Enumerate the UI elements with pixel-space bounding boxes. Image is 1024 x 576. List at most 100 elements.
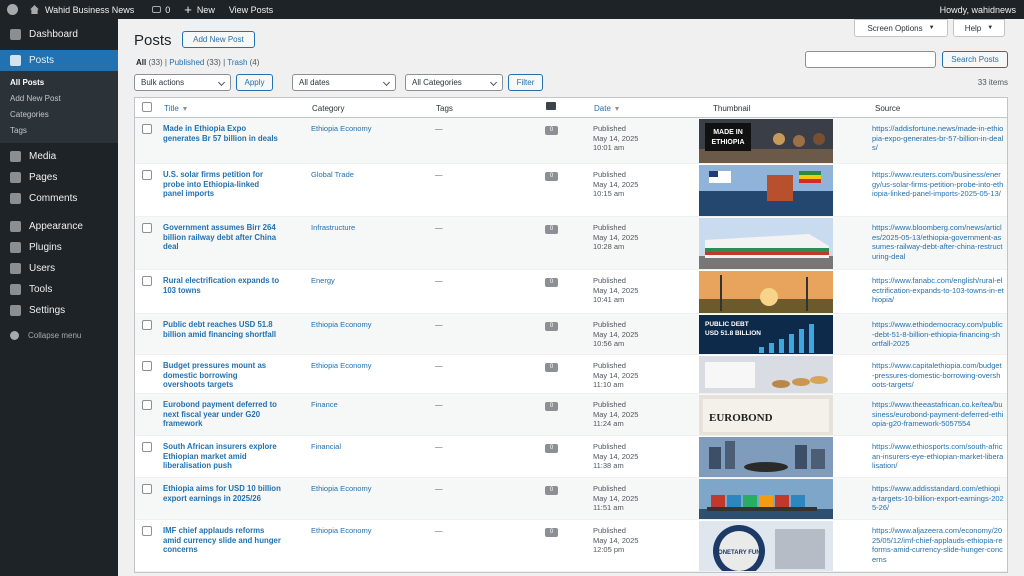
dashboard-icon bbox=[10, 29, 21, 40]
add-new-post-button[interactable]: Add New Post bbox=[182, 31, 255, 48]
view-all[interactable]: All (33) bbox=[136, 58, 163, 67]
comment-count-bubble[interactable]: 0 bbox=[545, 486, 558, 495]
row-checkbox[interactable] bbox=[142, 170, 152, 180]
row-checkbox[interactable] bbox=[142, 223, 152, 233]
post-title-link[interactable]: IMF chief applauds reforms amid currency… bbox=[163, 526, 281, 555]
post-source-link[interactable]: https://addisfortune.news/made-in-ethiop… bbox=[872, 124, 1004, 153]
row-checkbox[interactable] bbox=[142, 320, 152, 330]
post-category-link[interactable]: Ethiopia Economy bbox=[311, 484, 421, 494]
sort-icon bbox=[182, 107, 187, 111]
post-source-link[interactable]: https://www.ethiosports.com/south-africa… bbox=[872, 442, 1004, 471]
comment-count-bubble[interactable]: 0 bbox=[545, 225, 558, 234]
post-category-link[interactable]: Ethiopia Economy bbox=[311, 124, 421, 134]
menu-plugins[interactable]: Plugins bbox=[0, 237, 118, 258]
post-title-link[interactable]: Made in Ethiopia Expo generates Br 57 bi… bbox=[163, 124, 281, 143]
menu-pages[interactable]: Pages bbox=[0, 167, 118, 188]
view-posts-link[interactable]: View Posts bbox=[222, 0, 280, 19]
post-title-link[interactable]: Rural electrification expands to 103 tow… bbox=[163, 276, 281, 295]
wrench-icon bbox=[10, 284, 21, 295]
comment-count-bubble[interactable]: 0 bbox=[545, 528, 558, 537]
dates-select[interactable]: All dates bbox=[292, 74, 396, 91]
post-title-link[interactable]: South African insurers explore Ethiopian… bbox=[163, 442, 281, 471]
row-checkbox[interactable] bbox=[142, 526, 152, 536]
submenu-add-new-post[interactable]: Add New Post bbox=[0, 91, 118, 107]
post-title-link[interactable]: Eurobond payment deferred to next fiscal… bbox=[163, 400, 281, 429]
post-title-link[interactable]: Budget pressures mount as domestic borro… bbox=[163, 361, 281, 390]
menu-media[interactable]: Media bbox=[0, 146, 118, 167]
menu-posts[interactable]: Posts bbox=[0, 50, 118, 71]
post-source-link[interactable]: https://www.fanabc.com/english/rural-ele… bbox=[872, 276, 1004, 305]
comments-link[interactable]: 0 bbox=[145, 0, 177, 19]
menu-tools[interactable]: Tools bbox=[0, 279, 118, 300]
comment-count-bubble[interactable]: 0 bbox=[545, 444, 558, 453]
comment-count-bubble[interactable]: 0 bbox=[545, 126, 558, 135]
comment-count-bubble[interactable]: 0 bbox=[545, 278, 558, 287]
post-category-link[interactable]: Energy bbox=[311, 276, 421, 286]
post-tags: — bbox=[435, 442, 443, 451]
comments-column-icon[interactable] bbox=[546, 102, 556, 110]
post-source-link[interactable]: https://www.capitalethiopia.com/budget-p… bbox=[872, 361, 1004, 390]
post-title-link[interactable]: Government assumes Birr 264 billion rail… bbox=[163, 223, 281, 252]
menu-comments[interactable]: Comments bbox=[0, 188, 118, 209]
post-category-link[interactable]: Ethiopia Economy bbox=[311, 526, 421, 536]
table-header: Title Category Tags Date Thumbnail Sourc… bbox=[135, 98, 1007, 118]
row-checkbox[interactable] bbox=[142, 442, 152, 452]
post-source-link[interactable]: https://www.addisstandard.com/ethiopia-t… bbox=[872, 484, 1004, 513]
column-title-sort[interactable]: Title bbox=[164, 104, 187, 113]
post-category-link[interactable]: Infrastructure bbox=[311, 223, 421, 233]
my-account-link[interactable]: Howdy, wahidnews bbox=[933, 0, 1024, 19]
categories-select[interactable]: All Categories bbox=[405, 74, 503, 91]
submenu-all-posts[interactable]: All Posts bbox=[0, 75, 118, 91]
help-button[interactable]: Help ▼ bbox=[953, 19, 1005, 37]
post-tags: — bbox=[435, 484, 443, 493]
screen-options-button[interactable]: Screen Options ▼ bbox=[854, 19, 948, 37]
post-category-link[interactable]: Ethiopia Economy bbox=[311, 320, 421, 330]
post-category-link[interactable]: Global Trade bbox=[311, 170, 421, 180]
menu-settings[interactable]: Settings bbox=[0, 300, 118, 321]
submenu-tags[interactable]: Tags bbox=[0, 123, 118, 139]
post-source-link[interactable]: https://www.aljazeera.com/economy/2025/0… bbox=[872, 526, 1004, 564]
table-row: Government assumes Birr 264 billion rail… bbox=[135, 217, 1007, 270]
select-all-checkbox[interactable] bbox=[142, 102, 152, 112]
post-title-link[interactable]: Ethiopia aims for USD 10 billion export … bbox=[163, 484, 281, 503]
row-checkbox[interactable] bbox=[142, 124, 152, 134]
collapse-menu-button[interactable]: Collapse menu bbox=[0, 325, 118, 345]
search-input[interactable] bbox=[805, 51, 936, 68]
post-title-link[interactable]: U.S. solar firms petition for probe into… bbox=[163, 170, 281, 199]
comment-count-bubble[interactable]: 0 bbox=[545, 322, 558, 331]
comment-count-bubble[interactable]: 0 bbox=[545, 363, 558, 372]
view-published[interactable]: Published (33) bbox=[169, 58, 221, 67]
post-source-link[interactable]: https://www.reuters.com/business/energy/… bbox=[872, 170, 1004, 199]
menu-users[interactable]: Users bbox=[0, 258, 118, 279]
table-row: Ethiopia aims for USD 10 billion export … bbox=[135, 478, 1007, 520]
row-checkbox[interactable] bbox=[142, 361, 152, 371]
post-date: Published May 14, 2025 11:10 am bbox=[593, 361, 639, 389]
post-category-link[interactable]: Finance bbox=[311, 400, 421, 410]
menu-dashboard[interactable]: Dashboard bbox=[0, 24, 118, 45]
apply-button[interactable]: Apply bbox=[236, 74, 273, 91]
row-checkbox[interactable] bbox=[142, 400, 152, 410]
post-category-link[interactable]: Ethiopia Economy bbox=[311, 361, 421, 371]
submenu-categories[interactable]: Categories bbox=[0, 107, 118, 123]
row-checkbox[interactable] bbox=[142, 484, 152, 494]
menu-appearance[interactable]: Appearance bbox=[0, 216, 118, 237]
post-source-link[interactable]: https://www.theeastafrican.co.ke/tea/bus… bbox=[872, 400, 1004, 429]
new-content-link[interactable]: + New bbox=[177, 0, 222, 19]
post-title-link[interactable]: Public debt reaches USD 51.8 billion ami… bbox=[163, 320, 281, 339]
post-source-link[interactable]: https://www.bloomberg.com/news/articles/… bbox=[872, 223, 1004, 261]
search-posts-button[interactable]: Search Posts bbox=[942, 51, 1008, 68]
wordpress-logo-icon[interactable] bbox=[7, 4, 18, 15]
row-checkbox[interactable] bbox=[142, 276, 152, 286]
post-status-filter: All (33) | Published (33) | Trash (4) bbox=[136, 58, 260, 67]
filter-button[interactable]: Filter bbox=[508, 74, 543, 91]
post-category-link[interactable]: Financial bbox=[311, 442, 421, 452]
view-trash[interactable]: Trash (4) bbox=[227, 58, 259, 67]
comment-count-bubble[interactable]: 0 bbox=[545, 172, 558, 181]
comment-count-bubble[interactable]: 0 bbox=[545, 402, 558, 411]
column-date-sort[interactable]: Date bbox=[594, 104, 619, 113]
post-source-link[interactable]: https://www.ethiodemocracy.com/public-de… bbox=[872, 320, 1004, 349]
bulk-actions-select[interactable]: Bulk actions bbox=[134, 74, 231, 91]
table-row: U.S. solar firms petition for probe into… bbox=[135, 164, 1007, 217]
sort-icon bbox=[614, 107, 619, 111]
site-name-link[interactable]: Wahid Business News bbox=[0, 0, 141, 19]
